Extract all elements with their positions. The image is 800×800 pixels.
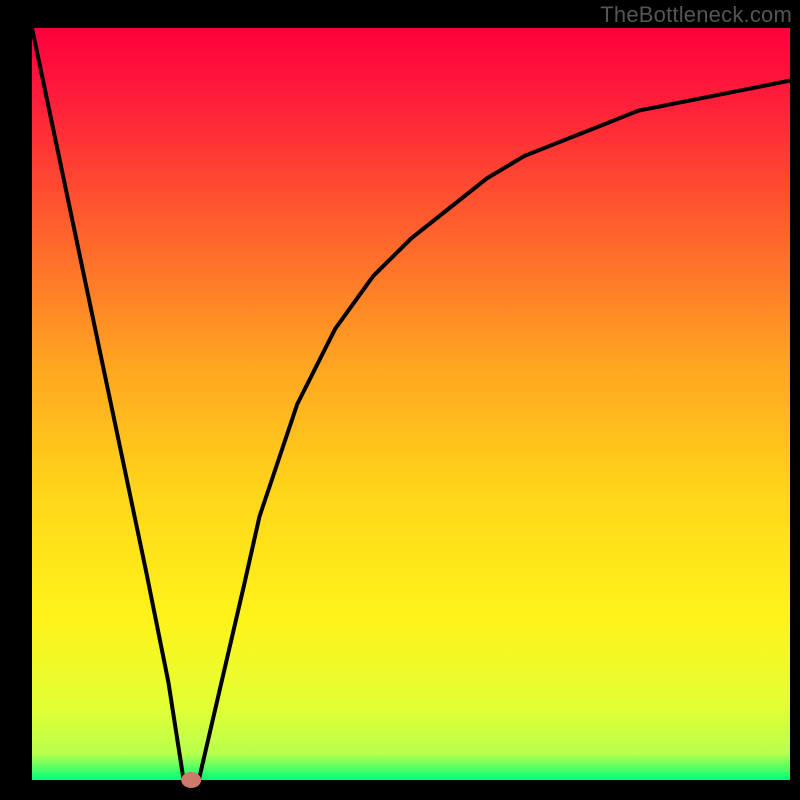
chart-root: TheBottleneck.com (0, 0, 800, 800)
bottleneck-marker (181, 772, 201, 788)
bottleneck-chart (0, 0, 800, 800)
chart-plot-area (32, 28, 790, 780)
watermark-text: TheBottleneck.com (600, 2, 792, 28)
